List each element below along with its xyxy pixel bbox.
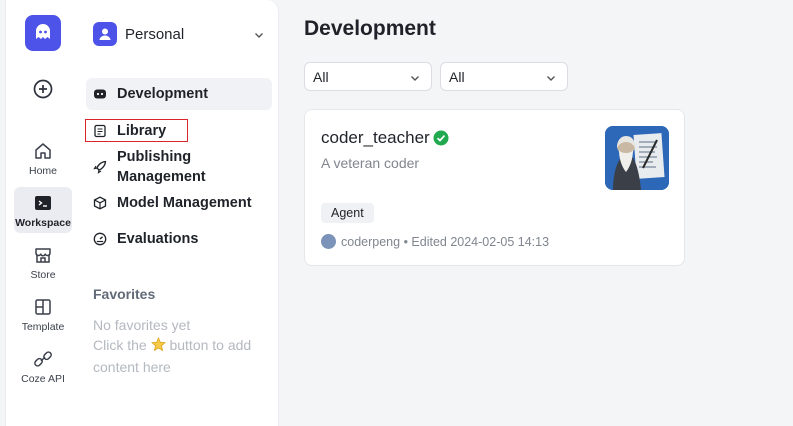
favorites-empty-line2-after: button to add: [169, 337, 252, 353]
rail-label-coze-api: Coze API: [21, 373, 65, 385]
filter-status-select[interactable]: All: [440, 62, 568, 91]
user-icon: [93, 22, 117, 46]
library-highlight-box: [85, 119, 188, 142]
rocket-icon: [93, 160, 107, 174]
agent-edited: • Edited 2024-02-05 14:13: [403, 235, 550, 249]
agent-author: coderpeng: [341, 235, 401, 249]
star-icon: [150, 337, 166, 357]
robot-icon: [93, 87, 107, 101]
coze-logo-icon[interactable]: [25, 15, 61, 51]
author-avatar: [321, 234, 336, 249]
favorites-empty-line3: content here: [93, 359, 171, 375]
rail-item-home[interactable]: Home: [14, 135, 72, 181]
agent-type-tag: Agent: [321, 203, 374, 223]
gauge-icon: [93, 232, 107, 246]
chevron-down-icon: [253, 28, 265, 40]
page-title: Development: [304, 17, 436, 40]
rail-label-template: Template: [21, 321, 65, 333]
filter-type-select[interactable]: All: [304, 62, 432, 91]
rail-item-store[interactable]: Store: [14, 239, 72, 285]
favorites-empty-line1: No favorites yet: [93, 317, 191, 333]
store-icon: [33, 245, 53, 265]
nav-label-publishing-management: Publishing Management: [117, 149, 206, 185]
filter-status-value: All: [449, 69, 465, 85]
cube-icon: [93, 196, 107, 210]
template-icon: [33, 297, 53, 317]
create-plus-icon[interactable]: [32, 78, 54, 100]
rail-item-template[interactable]: Template: [14, 291, 72, 337]
terminal-icon: [33, 193, 53, 213]
app-rail: Home Workspace Store Template Coze API: [5, 0, 80, 426]
agent-description: A veteran coder: [321, 155, 420, 171]
nav-label-development: Development: [117, 86, 209, 102]
space-selector[interactable]: Personal: [93, 22, 265, 48]
chevron-down-icon: [409, 71, 421, 83]
filter-type-value: All: [313, 69, 329, 85]
nav-item-model-management[interactable]: Model Management: [86, 192, 272, 214]
favorites-empty-text: No favorites yet Click the button to add…: [93, 315, 273, 377]
agent-card[interactable]: coder_teacher A veteran coder Agent code…: [304, 109, 685, 266]
agent-name: coder_teacher: [321, 128, 430, 147]
rail-label-workspace: Workspace: [15, 217, 71, 229]
api-link-icon: [33, 349, 53, 369]
favorites-heading: Favorites: [93, 286, 156, 302]
favorites-empty-line2: Click the button to add: [93, 335, 273, 357]
nav-label-model-management: Model Management: [117, 195, 252, 211]
space-name: Personal: [125, 26, 185, 43]
rail-label-store: Store: [30, 269, 56, 281]
nav-item-development[interactable]: Development: [86, 78, 272, 110]
agent-avatar-image: [605, 126, 669, 190]
rail-item-workspace[interactable]: Workspace: [14, 187, 72, 233]
rail-label-home: Home: [28, 165, 57, 177]
chevron-down-icon: [545, 71, 557, 83]
rail-item-coze-api[interactable]: Coze API: [14, 343, 72, 389]
nav-item-evaluations[interactable]: Evaluations: [86, 228, 272, 250]
nav-label-evaluations: Evaluations: [117, 231, 199, 247]
nav-item-publishing-management[interactable]: Publishing Management: [86, 147, 272, 187]
agent-meta: coderpeng • Edited 2024-02-05 14:13: [321, 234, 549, 250]
favorites-empty-line2-before: Click the: [93, 337, 147, 353]
home-icon: [33, 141, 53, 161]
verified-check-icon: [433, 130, 449, 146]
